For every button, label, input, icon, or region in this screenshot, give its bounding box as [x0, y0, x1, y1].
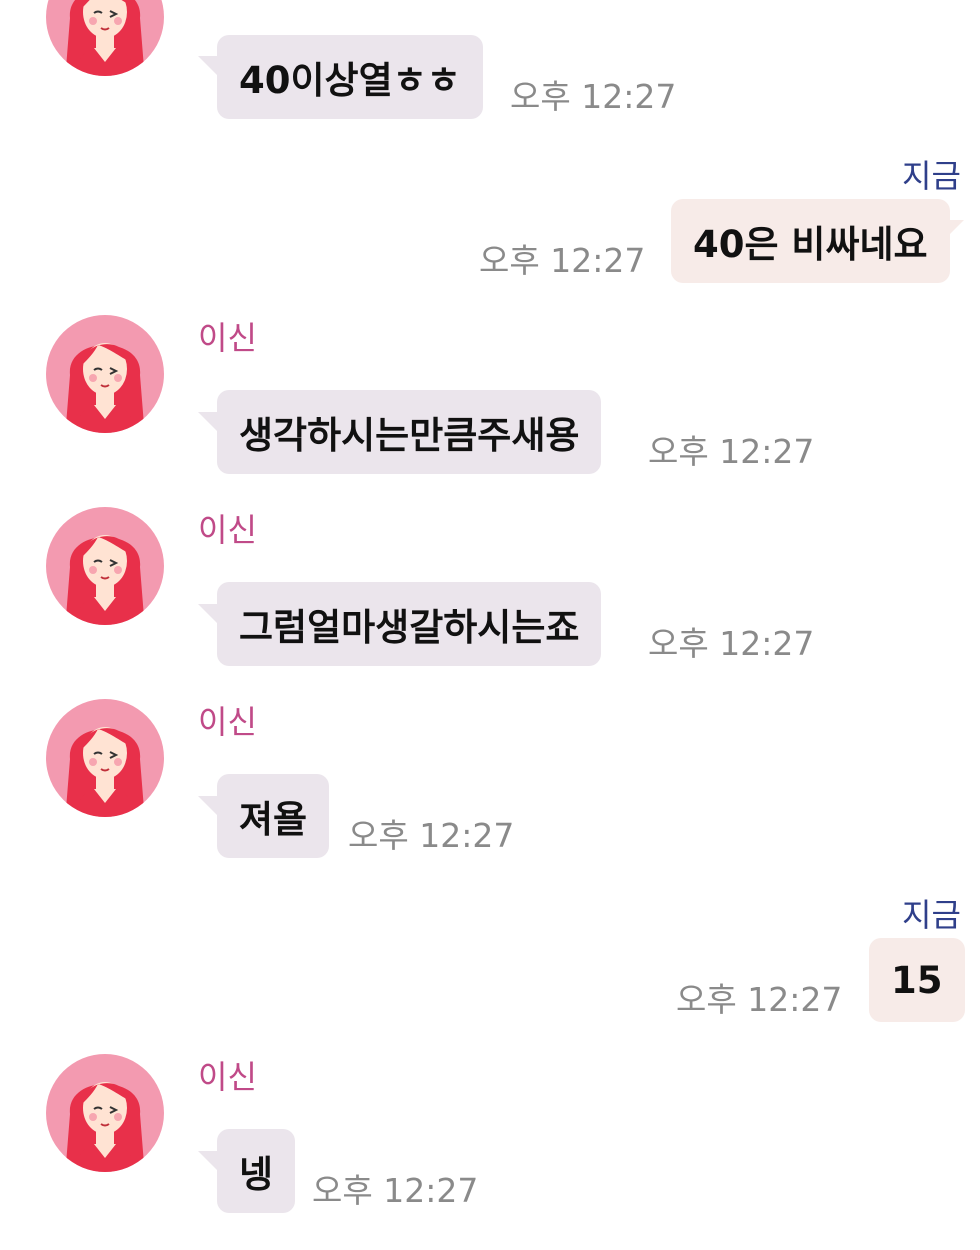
girl-avatar-icon [65, 0, 145, 76]
sender-avatar[interactable] [46, 315, 164, 433]
message-text: 져욜 [239, 798, 308, 841]
girl-avatar-icon [65, 534, 145, 625]
bubble-tail [942, 959, 964, 981]
message-time: 오후 12:27 [479, 241, 646, 280]
message-text: 생각하시는만큼주새용 [239, 414, 580, 457]
sender-avatar[interactable] [46, 1054, 164, 1172]
sender-name: 이신 [198, 511, 257, 549]
message-time: 오후 12:27 [510, 77, 677, 116]
message-time: 오후 12:27 [648, 432, 815, 471]
sender-name: 이신 [198, 1058, 257, 1096]
bubble-tail [942, 220, 964, 242]
message-bubble[interactable]: 넹 [217, 1129, 296, 1213]
girl-avatar-icon [65, 1081, 145, 1172]
message-time: 오후 12:27 [348, 816, 515, 855]
read-status: 지금 [902, 157, 961, 195]
message-text: 그럼얼마생갈하시는죠 [239, 606, 580, 649]
sender-name: 이신 [198, 319, 257, 357]
message-time: 오후 12:27 [312, 1171, 479, 1210]
sender-avatar[interactable] [46, 0, 164, 76]
message-bubble[interactable]: 생각하시는만큼주새용 [217, 390, 602, 474]
sender-name: 이신 [198, 703, 257, 741]
message-text: 40이상열ㅎㅎ [239, 59, 461, 102]
message-bubble[interactable]: 40은 비싸네요 [671, 199, 950, 283]
message-text: 40은 비싸네요 [693, 223, 928, 266]
message-bubble[interactable]: 40이상열ㅎㅎ [217, 35, 483, 119]
read-status: 지금 [902, 896, 961, 934]
sender-avatar[interactable] [46, 507, 164, 625]
message-text: 넹 [239, 1153, 274, 1196]
message-bubble[interactable]: 그럼얼마생갈하시는죠 [217, 582, 602, 666]
girl-avatar-icon [65, 726, 145, 817]
message-time: 오후 12:27 [676, 980, 843, 1019]
message-bubble[interactable]: 져욜 [217, 774, 330, 858]
message-text: 15 [891, 958, 943, 1002]
message-time: 오후 12:27 [648, 624, 815, 663]
girl-avatar-icon [65, 342, 145, 433]
sender-avatar[interactable] [46, 699, 164, 817]
